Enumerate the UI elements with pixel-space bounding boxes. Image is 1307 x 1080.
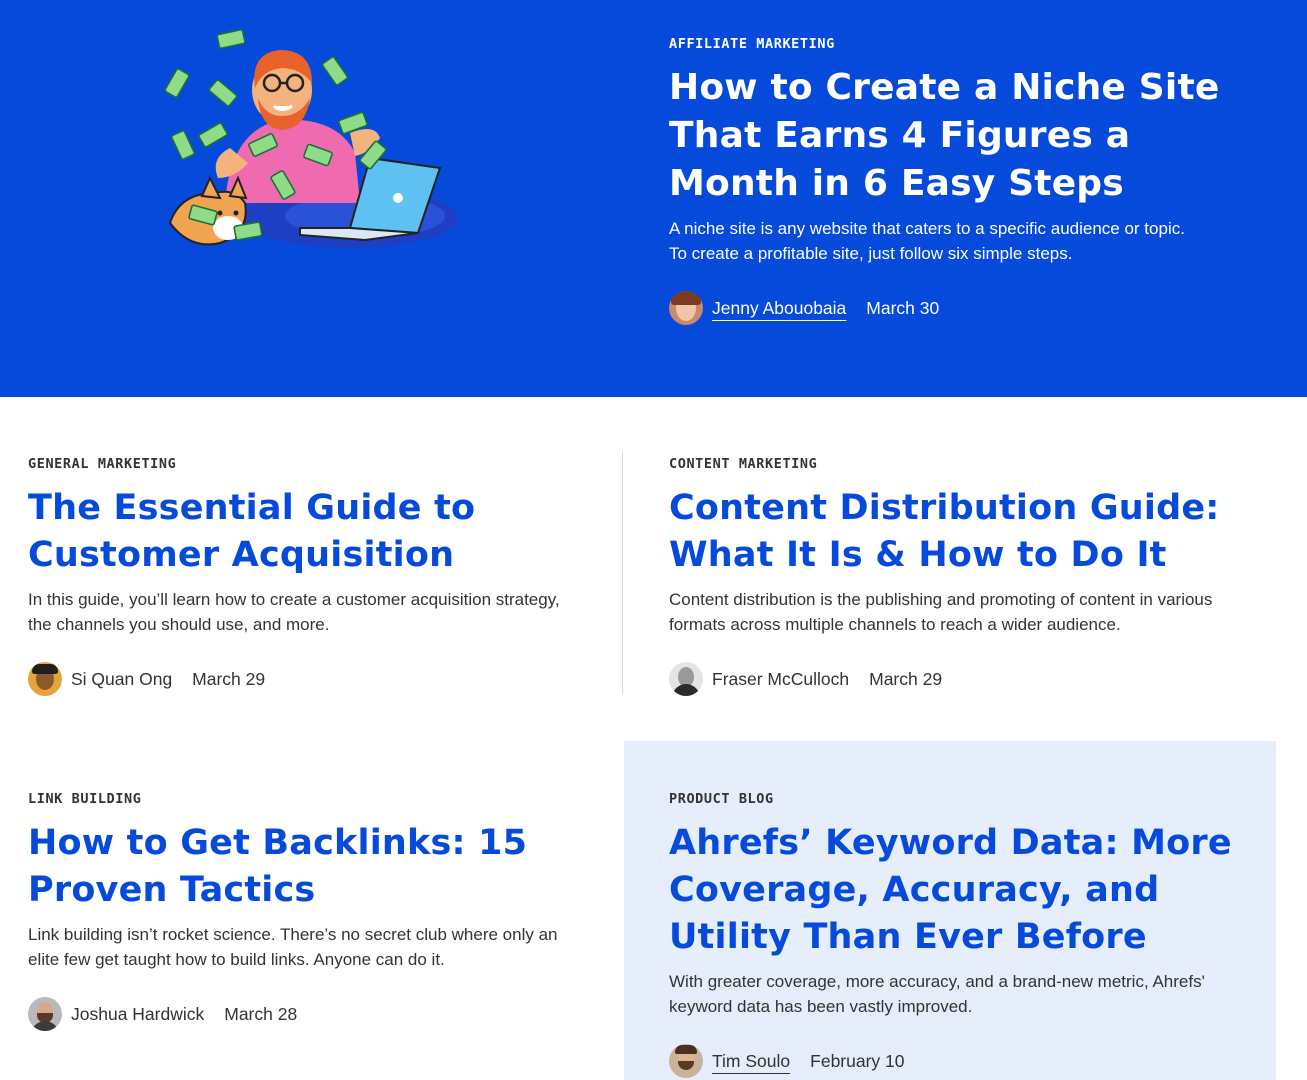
author-avatar[interactable] xyxy=(28,662,62,696)
article-category[interactable]: LINK BUILDING xyxy=(28,791,588,807)
author-name[interactable]: Fraser McCulloch xyxy=(712,669,849,690)
article-title[interactable]: Content Distribution Guide: What It Is &… xyxy=(669,485,1269,579)
author-name-link[interactable]: Tim Soulo xyxy=(712,1051,790,1072)
article-title[interactable]: Ahrefs’ Keyword Data: More Coverage, Acc… xyxy=(669,820,1239,961)
article-title[interactable]: How to Create a Niche Site That Earns 4 … xyxy=(669,64,1249,208)
featured-article: AFFILIATE MARKETING How to Create a Nich… xyxy=(669,36,1249,325)
featured-article-banner[interactable]: AFFILIATE MARKETING How to Create a Nich… xyxy=(0,0,1307,397)
article-card[interactable]: LINK BUILDING How to Get Backlinks: 15 P… xyxy=(28,791,588,1031)
article-category[interactable]: GENERAL MARKETING xyxy=(28,456,588,472)
publish-date: March 29 xyxy=(869,668,943,689)
article-meta: Tim Soulo February 10 xyxy=(669,1044,1239,1078)
author-name-link[interactable]: Jenny Abouobaia xyxy=(712,298,846,319)
publish-date: March 28 xyxy=(224,1003,298,1024)
article-card-highlighted[interactable]: PRODUCT BLOG Ahrefs’ Keyword Data: More … xyxy=(669,791,1239,1078)
article-category[interactable]: CONTENT MARKETING xyxy=(669,456,1269,472)
author-avatar[interactable] xyxy=(669,291,703,325)
article-category[interactable]: AFFILIATE MARKETING xyxy=(669,36,1249,52)
article-category[interactable]: PRODUCT BLOG xyxy=(669,791,1239,807)
money-shower-illustration xyxy=(164,29,458,248)
article-excerpt: Link building isn’t rocket science. Ther… xyxy=(28,925,558,969)
publish-date: March 30 xyxy=(866,297,940,318)
column-divider xyxy=(622,452,623,695)
article-excerpt: A niche site is any website that caters … xyxy=(669,219,1185,263)
article-card[interactable]: CONTENT MARKETING Content Distribution G… xyxy=(669,456,1269,696)
article-meta: Fraser McCulloch March 29 xyxy=(669,662,1269,696)
article-excerpt: Content distribution is the publishing a… xyxy=(669,590,1213,634)
author-avatar[interactable] xyxy=(669,662,703,696)
article-title[interactable]: The Essential Guide to Customer Acquisit… xyxy=(28,485,588,579)
publish-date: February 10 xyxy=(810,1050,905,1071)
article-meta: Si Quan Ong March 29 xyxy=(28,662,588,696)
author-name[interactable]: Si Quan Ong xyxy=(71,669,172,690)
publish-date: March 29 xyxy=(192,668,266,689)
article-title[interactable]: How to Get Backlinks: 15 Proven Tactics xyxy=(28,820,588,914)
article-excerpt: In this guide, you’ll learn how to creat… xyxy=(28,590,560,634)
author-name[interactable]: Joshua Hardwick xyxy=(71,1004,204,1025)
author-avatar[interactable] xyxy=(28,997,62,1031)
article-excerpt: With greater coverage, more accuracy, an… xyxy=(669,972,1205,1016)
article-meta: Joshua Hardwick March 28 xyxy=(28,997,588,1031)
article-meta: Jenny Abouobaia March 30 xyxy=(669,291,1249,325)
article-card[interactable]: GENERAL MARKETING The Essential Guide to… xyxy=(28,456,588,696)
author-avatar[interactable] xyxy=(669,1044,703,1078)
